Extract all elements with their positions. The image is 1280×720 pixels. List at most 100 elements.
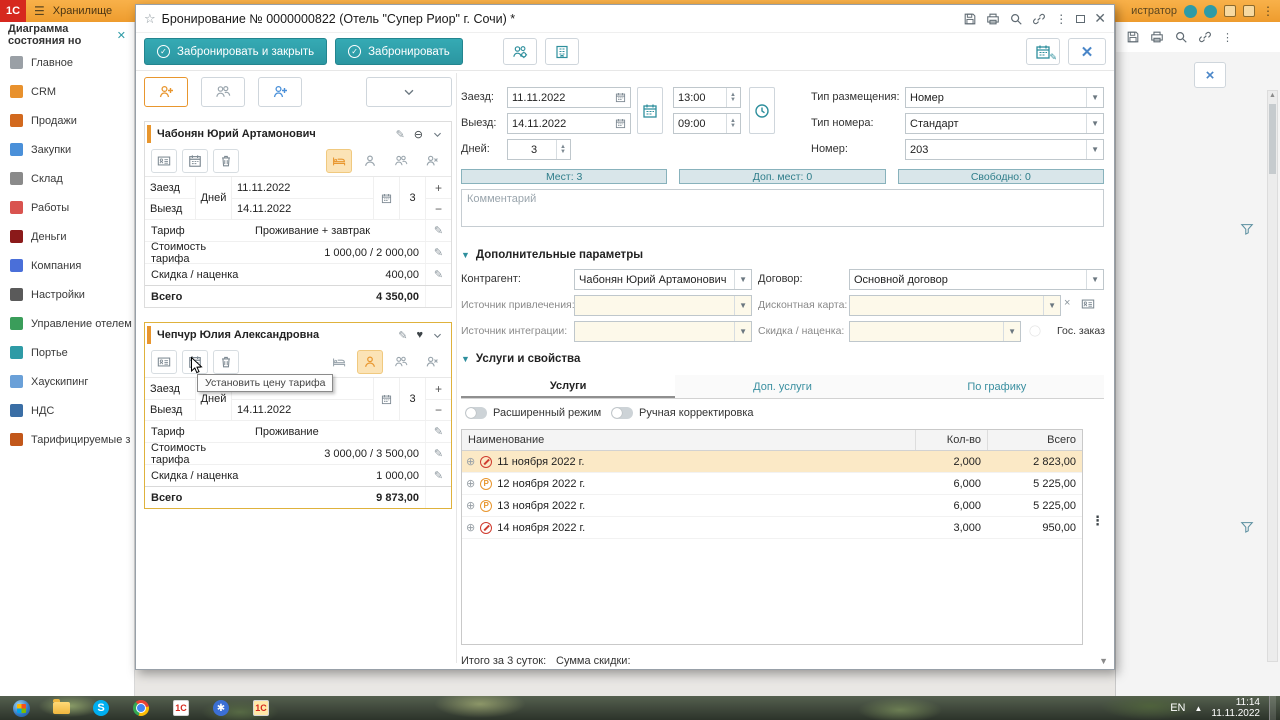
scrollbar-thumb[interactable] [1269,104,1276,174]
print-icon[interactable] [986,12,1000,26]
contractor-select[interactable]: Чабонян Юрий Артамонович ▼ [574,269,752,290]
room-number-select[interactable]: 203 ▼ [905,139,1104,160]
more-icon[interactable]: ⋮ [1055,12,1067,26]
sidebar-item-tariffs[interactable]: Тарифицируемые з [0,425,134,454]
chevron-down-icon[interactable]: ▼ [1003,322,1020,341]
guest-tariff[interactable]: Проживание + завтрак [249,220,425,241]
chevron-down-icon[interactable]: ▼ [1043,296,1060,315]
service-row[interactable]: ⊕ 11 ноября 2022 г. 2,000 2 823,00 [462,451,1082,473]
chevron-down-icon[interactable]: ▼ [734,322,751,341]
days-plus-button[interactable]: + [425,177,451,198]
edit-pencil-icon[interactable]: ✎ [396,128,405,141]
time-picker-button[interactable] [749,87,775,134]
sidebar-item-hotel-management[interactable]: Управление отелем [0,309,134,338]
filter-funnel-icon[interactable] [1240,520,1254,534]
discussions-icon[interactable] [1204,4,1217,18]
more-icon[interactable]: ⋮ [1262,4,1274,18]
guest-list-dropdown-button[interactable] [366,77,452,107]
panel-splitter[interactable] [456,73,457,663]
collapse-chevron-icon[interactable] [432,129,443,140]
edit-pencil-icon[interactable]: ✎ [425,242,451,263]
discount-card-select[interactable]: ▼ [849,295,1061,316]
secondary-close-button[interactable]: × [1194,62,1226,88]
guest-card-header[interactable]: Чабонян Юрий Артамонович ✎ ⊖ [145,122,451,146]
checkout-time-input[interactable]: 09:00 ▲ ▼ [673,113,741,134]
edit-pencil-icon[interactable]: ✎ [425,443,451,464]
contract-select[interactable]: Основной договор ▼ [849,269,1104,290]
edit-pencil-icon[interactable]: ✎ [425,465,451,486]
date-picker-button[interactable] [373,177,399,219]
spinner-arrows[interactable]: ▲ ▼ [726,114,736,133]
delete-guest-button[interactable] [213,149,239,173]
manual-adjust-toggle[interactable] [611,407,633,419]
guest-checkin-date[interactable]: 11.11.2022 [231,177,373,198]
show-desktop-button[interactable] [1269,696,1276,720]
tab-services[interactable]: Услуги [461,375,676,398]
taskbar-1c-button[interactable]: 1С [164,697,198,719]
no-guest-toggle[interactable] [419,149,445,173]
drag-handle-dots-icon[interactable]: ⋮ [1091,513,1104,529]
tray-expand-icon[interactable]: ▲ [1195,704,1203,713]
guest-tariff-cost[interactable]: 1 000,00 / 2 000,00 [249,242,425,263]
search-icon[interactable] [1009,12,1023,26]
book-and-close-button[interactable]: ✓ Забронировать и закрыть [144,38,328,65]
adult-guest-toggle[interactable] [357,350,383,374]
maximize-icon[interactable] [1076,14,1086,23]
room-chess-button[interactable] [544,38,579,65]
link-icon[interactable] [1198,30,1212,44]
clear-field-icon[interactable]: × [1064,297,1070,309]
sidebar-item-reception[interactable]: Портье [0,338,134,367]
days-input[interactable]: 3 ▲ ▼ [507,139,571,160]
support-icon[interactable] [1184,4,1197,18]
guests-management-button[interactable] [502,38,537,65]
guest-tariff-cost[interactable]: 3 000,00 / 3 500,00 [249,443,425,464]
sidebar-item-housekeeping[interactable]: Хаускипинг [0,367,134,396]
chevron-down-icon[interactable]: ▼ [734,270,751,289]
favorite-heart-icon[interactable]: ♥ [416,329,423,341]
guest-days-value[interactable]: 3 [399,177,425,219]
edit-pencil-icon[interactable]: ✎ [425,421,451,442]
placement-type-select[interactable]: Номер ▼ [905,87,1104,108]
add-companion-button[interactable] [258,77,302,107]
days-minus-button[interactable]: − [425,198,451,219]
expanded-mode-toggle[interactable] [465,407,487,419]
add-group-button[interactable] [201,77,245,107]
taskbar-skype-button[interactable]: S [84,697,118,719]
integration-source-select[interactable]: ▼ [574,321,752,342]
link-icon[interactable] [1032,12,1046,26]
close-form-button[interactable]: ✕ [1068,38,1106,65]
sidebar-item-money[interactable]: Деньги [0,222,134,251]
edit-pencil-icon[interactable]: ✎ [425,264,451,285]
checkin-time-input[interactable]: 13:00 ▲ ▼ [673,87,741,108]
expand-icon[interactable]: ⊕ [466,521,475,534]
days-minus-button[interactable]: − [425,399,451,420]
guest-idcard-button[interactable] [151,350,177,374]
history-icon[interactable] [1243,5,1255,17]
form-discount-select[interactable]: ▼ [849,321,1021,342]
language-indicator[interactable]: EN [1170,702,1185,714]
attraction-source-select[interactable]: ▼ [574,295,752,316]
tab-by-schedule[interactable]: По графику [890,375,1104,398]
comment-input[interactable] [461,189,1104,227]
sidebar-item-settings[interactable]: Настройки [0,280,134,309]
chevron-down-icon[interactable]: ▼ [1086,140,1103,159]
chevron-down-icon[interactable]: ▼ [734,296,751,315]
room-type-select[interactable]: Стандарт ▼ [905,113,1104,134]
sidebar-item-home[interactable]: Главное [0,48,134,77]
expand-icon[interactable]: ⊕ [466,477,475,490]
set-tariff-price-button[interactable] [182,149,208,173]
sidebar-item-crm[interactable]: CRM [0,77,134,106]
main-guest-toggle[interactable] [326,149,352,173]
chevron-down-icon[interactable]: ▼ [1086,88,1103,107]
services-section[interactable]: ▼ Услуги и свойства [461,353,580,365]
calendar-picker-button[interactable] [637,87,663,134]
service-row[interactable]: ⊕12 ноября 2022 г. 6,000 5 225,00 [462,473,1082,495]
scrollbar[interactable]: ▲ [1267,90,1278,662]
days-plus-button[interactable]: + [425,378,451,399]
taskbar-chrome-button[interactable] [124,697,158,719]
checkout-date-input[interactable]: 14.11.2022 [507,113,631,134]
guest-checkout-date[interactable]: 14.11.2022 [231,399,373,420]
sidebar-item-sales[interactable]: Продажи [0,106,134,135]
chevron-down-icon[interactable]: ▼ [1086,270,1103,289]
service-icon[interactable] [1224,5,1236,17]
